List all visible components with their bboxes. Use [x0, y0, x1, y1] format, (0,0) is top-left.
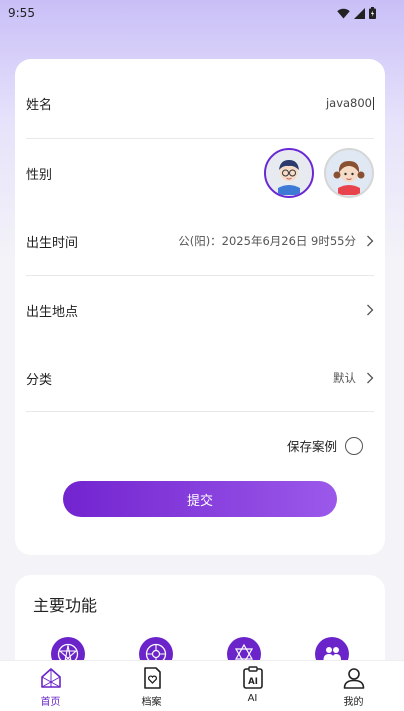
- category-label: 分类: [26, 372, 53, 388]
- divider: [26, 411, 374, 412]
- boy-avatar-icon: [267, 151, 311, 195]
- girl-avatar-icon: [327, 151, 371, 195]
- birth-time-label: 出生时间: [26, 235, 79, 251]
- tab-home[interactable]: 首页: [0, 661, 101, 711]
- bottom-tab-bar: 首页 档案 AI AI 我的: [0, 660, 404, 711]
- category-row[interactable]: 分类 默认: [26, 364, 374, 392]
- save-case-radio[interactable]: [345, 436, 363, 455]
- birth-time-value-wrap: 公(阳)：2025年6月26日 9时55分: [178, 233, 374, 249]
- status-icons: [337, 7, 376, 19]
- chevron-right-icon: [367, 235, 374, 247]
- gender-boy-avatar[interactable]: [264, 148, 314, 198]
- tab-ai[interactable]: AI AI: [202, 661, 303, 711]
- tab-archive-label: 档案: [141, 697, 162, 708]
- submit-button[interactable]: 提交: [63, 481, 337, 517]
- birth-place-label: 出生地点: [26, 304, 79, 320]
- name-label: 姓名: [26, 97, 53, 113]
- name-input[interactable]: java800: [326, 96, 374, 110]
- divider: [26, 275, 374, 276]
- gender-selector: [264, 148, 374, 198]
- file-heart-icon: [143, 667, 161, 689]
- chevron-right-icon: [367, 372, 374, 384]
- svg-text:AI: AI: [248, 677, 258, 687]
- battery-icon: [369, 7, 376, 19]
- birth-time-row[interactable]: 出生时间 公(阳)：2025年6月26日 9时55分: [26, 227, 374, 255]
- save-case-row[interactable]: 保存案例: [287, 436, 363, 455]
- name-row: 姓名 java800: [26, 89, 374, 117]
- tab-mine[interactable]: 我的: [303, 661, 404, 711]
- category-value: 默认: [333, 371, 356, 385]
- category-value-wrap: 默认: [333, 370, 374, 386]
- birth-place-value-wrap: [356, 304, 374, 316]
- signal-icon: [354, 7, 365, 19]
- text-caret: [373, 96, 374, 110]
- divider: [26, 138, 374, 139]
- birth-info-form-card: 姓名 java800 性别 出生时间 公(阳)：2025年6月26日 9时55分…: [15, 59, 385, 555]
- status-bar: 9:55: [0, 0, 404, 28]
- name-input-value: java800: [325, 96, 372, 110]
- save-case-label: 保存案例: [286, 439, 337, 454]
- home-icon: [40, 668, 61, 688]
- birth-place-row[interactable]: 出生地点: [26, 296, 374, 324]
- chevron-right-icon: [367, 304, 374, 316]
- gender-girl-avatar[interactable]: [324, 148, 374, 198]
- tab-home-label: 首页: [40, 697, 61, 708]
- birth-time-value: 公(阳)：2025年6月26日 9时55分: [178, 234, 356, 248]
- gender-label: 性别: [26, 167, 53, 183]
- wifi-icon: [337, 8, 350, 18]
- tab-ai-label: AI: [247, 693, 258, 704]
- tab-archive[interactable]: 档案: [101, 661, 202, 711]
- gender-row: 性别: [26, 147, 374, 199]
- ai-clipboard-icon: AI: [242, 666, 263, 689]
- status-time: 9:55: [8, 6, 35, 20]
- features-title: 主要功能: [33, 596, 98, 615]
- user-icon: [343, 668, 364, 689]
- tab-mine-label: 我的: [343, 697, 364, 708]
